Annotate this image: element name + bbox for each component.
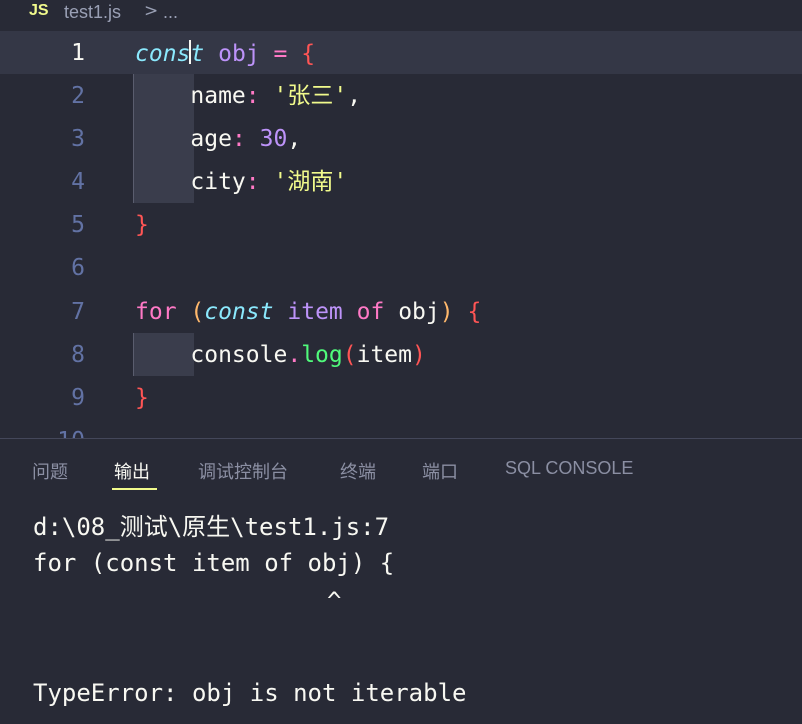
tab-problems[interactable]: 问题 [32, 458, 68, 484]
code-line[interactable]: 10 [0, 419, 802, 438]
line-number: 6 [71, 255, 85, 281]
tab-terminal[interactable]: 终端 [340, 458, 376, 484]
code-line[interactable]: 4 city: '湖南' [0, 160, 802, 203]
code-line[interactable]: 9 } [0, 376, 802, 419]
line-number: 8 [71, 342, 85, 368]
line-number: 10 [57, 428, 85, 438]
code-text[interactable]: for (const item of obj) { [135, 299, 481, 325]
tab-debug-console[interactable]: 调试控制台 [198, 458, 288, 484]
line-number: 3 [71, 126, 85, 152]
line-number: 1 [71, 40, 85, 66]
code-line[interactable]: 5 } [0, 203, 802, 246]
code-editor[interactable]: 1 const obj = { 2 name: '张三', 3 age: 30,… [0, 26, 802, 438]
code-line[interactable]: 3 age: 30, [0, 117, 802, 160]
tab-sql-console[interactable]: SQL CONSOLE [505, 458, 633, 479]
code-line[interactable]: 8 console.log(item) [0, 333, 802, 376]
line-number: 7 [71, 299, 85, 325]
code-line[interactable]: 7 for (const item of obj) { [0, 290, 802, 333]
line-number: 9 [71, 385, 85, 411]
breadcrumb-symbols[interactable]: ... [163, 2, 178, 23]
code-text[interactable]: name: '张三', [135, 83, 361, 109]
active-tab-indicator [112, 488, 157, 490]
breadcrumb-file-name[interactable]: test1.js [64, 2, 121, 23]
line-number: 4 [71, 169, 85, 195]
chevron-right-icon: > [144, 1, 159, 21]
line-number: 2 [71, 83, 85, 109]
code-text[interactable]: } [135, 385, 149, 411]
output-source-line: for (const item of obj) { [33, 549, 395, 577]
breadcrumb: JS test1.js > ... [0, 0, 802, 26]
code-line[interactable]: 6 [0, 246, 802, 289]
bottom-panel: 问题 输出 调试控制台 终端 端口 SQL CONSOLE d:\08_测试\原… [0, 438, 802, 724]
code-text[interactable]: age: 30, [135, 126, 301, 152]
code-line[interactable]: 2 name: '张三', [0, 74, 802, 117]
code-text[interactable]: } [135, 212, 149, 238]
panel-tabs: 问题 输出 调试控制台 终端 端口 SQL CONSOLE [0, 439, 802, 499]
code-text[interactable]: const obj = { [135, 40, 315, 67]
output-caret: ^ [327, 587, 342, 615]
tab-output[interactable]: 输出 [114, 458, 150, 484]
tab-ports[interactable]: 端口 [422, 458, 458, 484]
code-text[interactable]: console.log(item) [135, 342, 425, 368]
output-error-message: TypeError: obj is not iterable [33, 679, 467, 707]
code-text[interactable]: city: '湖南' [135, 169, 347, 195]
code-line[interactable]: 1 const obj = { [0, 31, 802, 74]
output-path: d:\08_测试\原生\test1.js:7 [33, 513, 390, 541]
line-number: 5 [71, 212, 85, 238]
javascript-file-icon: JS [29, 2, 49, 19]
